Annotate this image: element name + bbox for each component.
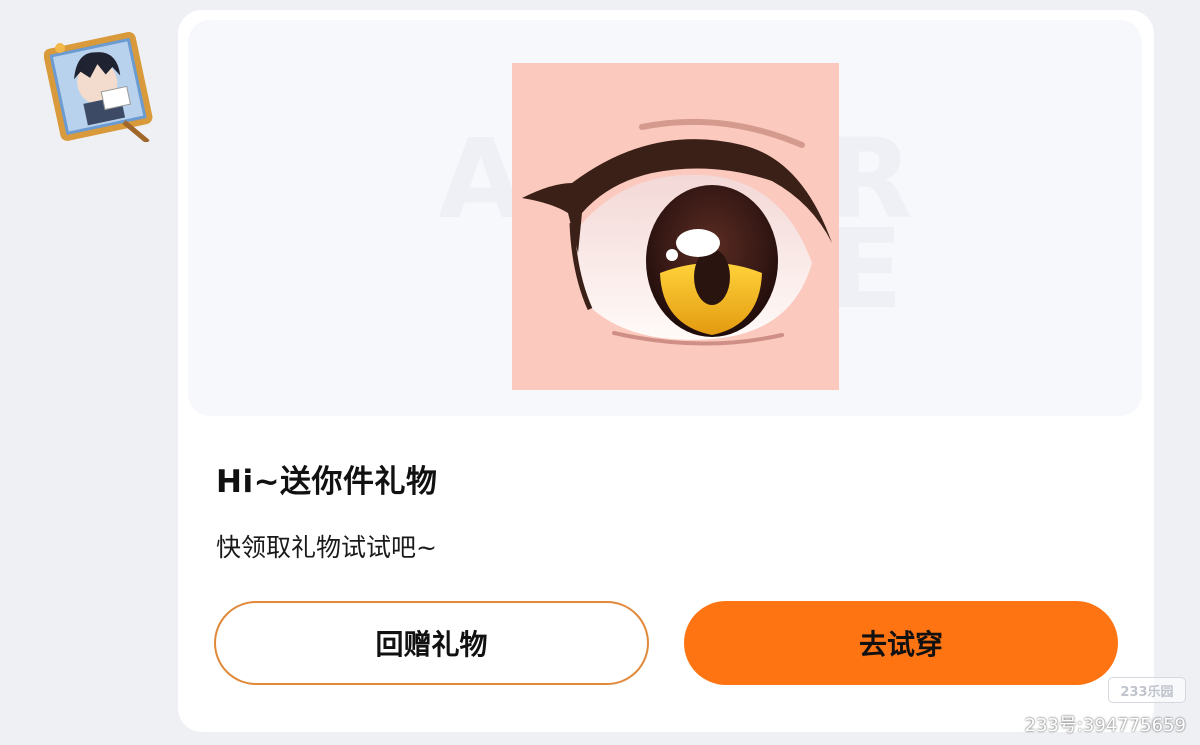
sender-avatar[interactable] (43, 30, 156, 144)
try-on-button[interactable]: 去试穿 (684, 601, 1118, 685)
gift-card: A R E Hi~送你件礼物 快领取礼物试试吧~ 回赠礼物 去试穿 (178, 10, 1154, 732)
gift-title: Hi~送你件礼物 (216, 464, 438, 500)
anime-eye-icon (512, 63, 839, 390)
return-gift-button[interactable]: 回赠礼物 (214, 601, 649, 685)
item-preview-panel: A R E (188, 20, 1142, 416)
user-id-watermark: 233号:394775659 (1024, 715, 1187, 736)
try-on-label: 去试穿 (858, 628, 943, 661)
logo-text: 233乐园 (1120, 684, 1174, 700)
gift-subtitle: 快领取礼物试试吧~ (216, 533, 437, 562)
return-gift-label: 回赠礼物 (375, 628, 488, 661)
app-logo-watermark: 233乐园 (1108, 677, 1186, 703)
watermark: E (828, 205, 908, 333)
avatar-image (43, 31, 153, 144)
